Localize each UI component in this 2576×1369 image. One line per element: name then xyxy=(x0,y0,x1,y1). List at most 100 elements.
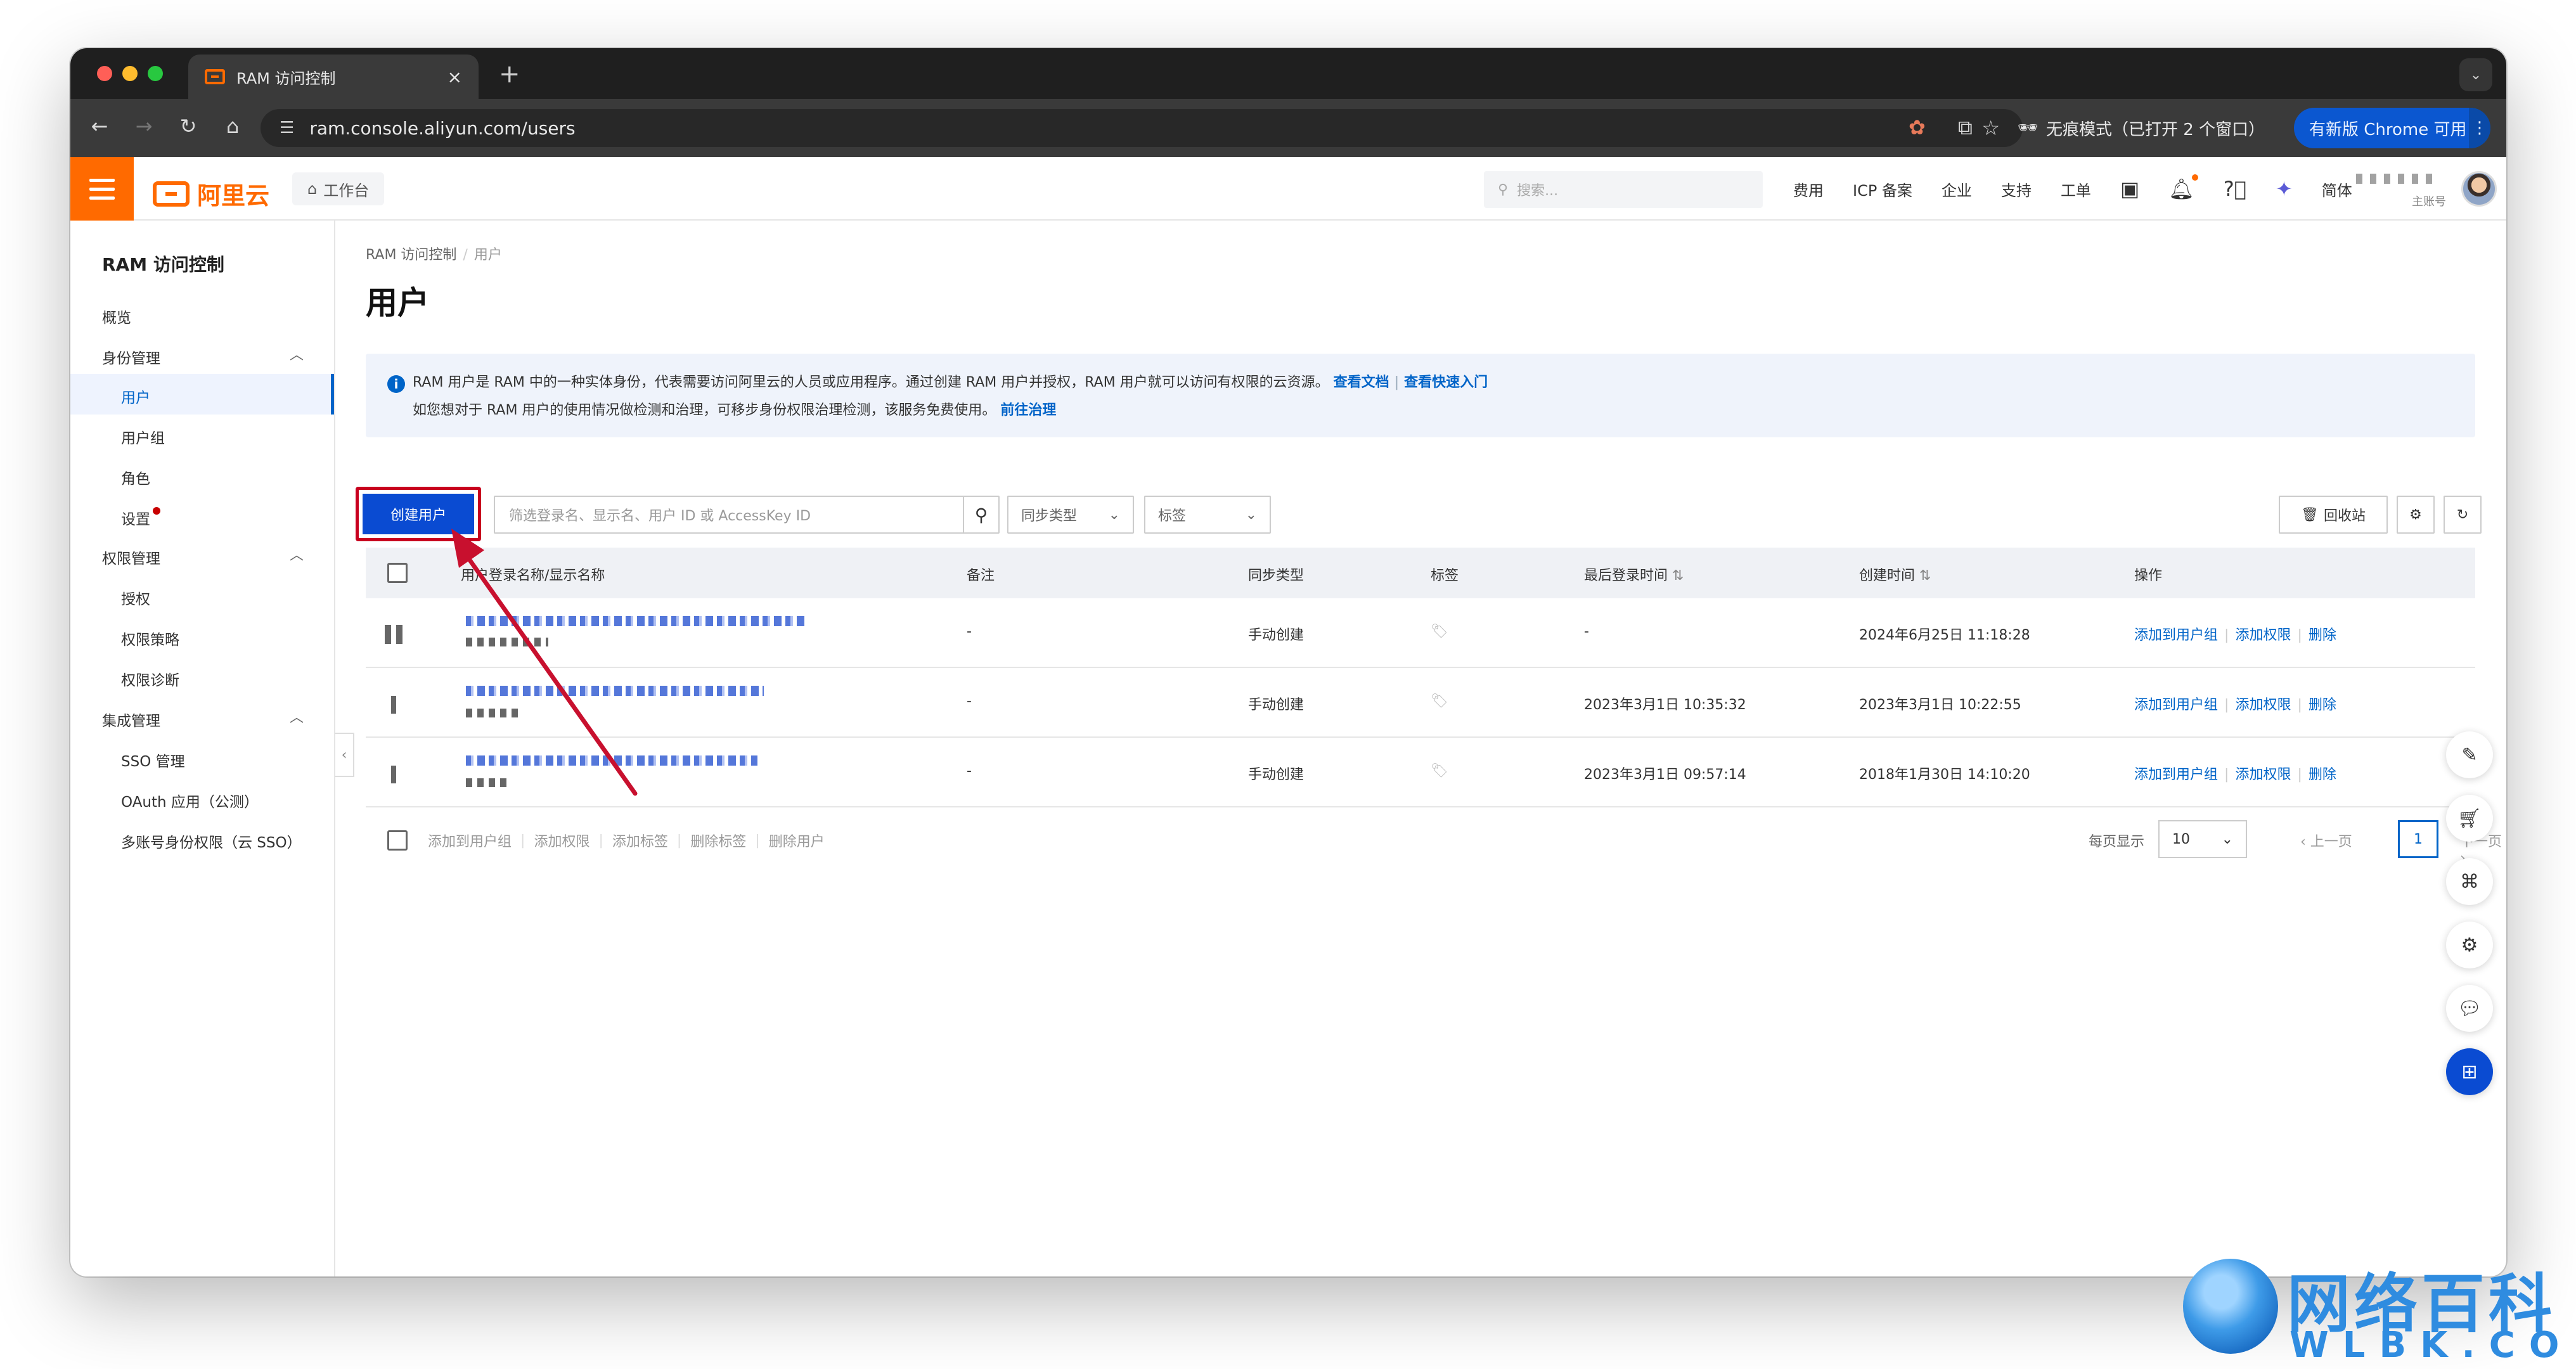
bulk-remove-tag[interactable]: 删除标签 xyxy=(690,830,746,851)
menu-hamburger-icon[interactable] xyxy=(70,157,134,221)
maximize-window-button[interactable] xyxy=(148,66,163,81)
extensions-puzzle-icon[interactable]: ⧉ xyxy=(1958,115,1973,140)
sync-type-select[interactable]: 同步类型 ⌄ xyxy=(1007,496,1134,534)
refresh-icon[interactable]: ↻ xyxy=(2444,496,2482,534)
create-user-button[interactable]: 创建用户 xyxy=(363,494,474,534)
settings-gear-icon[interactable]: ⚙ xyxy=(2397,496,2435,534)
back-arrow-icon[interactable]: ← xyxy=(86,114,113,138)
search-icon[interactable]: ⚲ xyxy=(963,497,998,532)
site-settings-icon[interactable]: ☰ xyxy=(280,119,294,138)
chevron-up-icon[interactable]: ︿ xyxy=(290,344,304,364)
add-permission-link[interactable]: 添加权限 xyxy=(2235,697,2291,713)
add-permission-link[interactable]: 添加权限 xyxy=(2235,767,2291,783)
add-to-group-link[interactable]: 添加到用户组 xyxy=(2134,697,2218,713)
console-search-input[interactable]: ⚲ 搜索... xyxy=(1484,171,1763,208)
gear-icon[interactable]: ⚙ xyxy=(2446,922,2493,968)
delete-link[interactable]: 删除 xyxy=(2309,767,2336,783)
quick-start-link[interactable]: 查看快速入门 xyxy=(1404,375,1488,390)
sidebar-item-policies[interactable]: 权限策略 xyxy=(121,627,179,649)
nav-icp[interactable]: ICP 备案 xyxy=(1853,178,1912,200)
nav-support[interactable]: 支持 xyxy=(2001,178,2032,200)
edit-pen-icon[interactable]: ✎ xyxy=(2446,731,2493,778)
chevron-up-icon[interactable]: ︿ xyxy=(290,544,304,564)
recycle-bin-button[interactable]: 🗑︎ 回收站 xyxy=(2279,496,2388,534)
tag-icon[interactable]: 🏷︎ xyxy=(1431,624,1448,640)
sidebar-item-diagnosis[interactable]: 权限诊断 xyxy=(121,668,179,690)
add-to-group-link[interactable]: 添加到用户组 xyxy=(2134,767,2218,783)
bulk-delete-user[interactable]: 删除用户 xyxy=(769,830,825,851)
minimize-window-button[interactable] xyxy=(122,66,138,81)
sidebar-group-permission[interactable]: 权限管理 xyxy=(102,546,160,568)
tab-search-chevron-icon[interactable]: ⌄ xyxy=(2459,58,2492,91)
forward-arrow-icon[interactable]: → xyxy=(130,114,158,138)
page-1-button[interactable]: 1 xyxy=(2398,820,2438,858)
row-checkbox-blurred[interactable] xyxy=(391,766,396,783)
address-bar[interactable]: ☰ ram.console.aliyun.com/users ☆ xyxy=(261,109,2023,147)
login-name-blurred[interactable] xyxy=(466,755,757,766)
aliyun-logo[interactable]: 阿里云 xyxy=(153,176,269,211)
user-filter-input[interactable]: 筛选登录名、显示名、用户 ID 或 AccessKey ID ⚲ xyxy=(494,496,1000,534)
workbench-button[interactable]: ⌂ 工作台 xyxy=(292,172,385,205)
nav-fees[interactable]: 费用 xyxy=(1793,178,1824,200)
sidebar-item-user-groups[interactable]: 用户组 xyxy=(121,426,165,447)
more-menu-icon[interactable]: ⋮ xyxy=(2469,108,2490,148)
col-created[interactable]: 创建时间 ⇅ xyxy=(1859,564,1931,584)
sidebar-group-identity[interactable]: 身份管理 xyxy=(102,346,160,368)
terminal-icon[interactable]: ▣ xyxy=(2120,177,2139,201)
incognito-indicator[interactable]: 🕶 无痕模式（已打开 2 个窗口） xyxy=(2018,110,2265,146)
language-switch[interactable]: 简体 xyxy=(2322,178,2352,200)
close-tab-icon[interactable]: × xyxy=(448,67,462,87)
nav-ticket[interactable]: 工单 xyxy=(2061,178,2091,200)
chrome-update-button[interactable]: 有新版 Chrome 可用 ⋮ xyxy=(2294,108,2490,148)
login-name-blurred[interactable] xyxy=(466,616,808,626)
sidebar-item-oauth[interactable]: OAuth 应用（公测） xyxy=(121,790,259,811)
reload-icon[interactable]: ↻ xyxy=(174,114,202,138)
apps-grid-icon[interactable]: ⊞ xyxy=(2446,1048,2493,1095)
col-last-login[interactable]: 最后登录时间 ⇅ xyxy=(1584,564,1684,584)
url-text[interactable]: ram.console.aliyun.com/users xyxy=(309,118,1981,139)
sidebar-item-sso[interactable]: SSO 管理 xyxy=(121,749,185,771)
cart-icon[interactable]: 🛒︎ xyxy=(2446,795,2493,842)
close-window-button[interactable] xyxy=(97,66,112,81)
bell-icon[interactable]: 🔔︎ xyxy=(2168,174,2198,201)
row-checkbox-blurred[interactable] xyxy=(385,625,408,644)
help-icon[interactable]: ?⃝ xyxy=(2224,177,2246,201)
view-docs-link[interactable]: 查看文档 xyxy=(1334,375,1389,390)
tag-select[interactable]: 标签 ⌄ xyxy=(1144,496,1271,534)
bulk-add-tag[interactable]: 添加标签 xyxy=(612,830,668,851)
nav-enterprise[interactable]: 企业 xyxy=(1942,178,1972,200)
api-icon[interactable]: ⌘ xyxy=(2446,858,2493,905)
add-permission-link[interactable]: 添加权限 xyxy=(2235,627,2291,643)
sidebar-item-cloud-sso[interactable]: 多账号身份权限（云 SSO） xyxy=(121,830,302,852)
avatar[interactable] xyxy=(2461,171,2497,207)
ai-assistant-icon[interactable]: ✦ xyxy=(2276,177,2293,201)
extension-icon[interactable]: ✿ xyxy=(1909,115,1926,139)
sort-icon[interactable]: ⇅ xyxy=(1919,568,1931,584)
sidebar-item-settings[interactable]: 设置 xyxy=(121,507,160,529)
prev-page-button[interactable]: ‹ 上一页 xyxy=(2300,830,2352,851)
bulk-add-to-group[interactable]: 添加到用户组 xyxy=(428,830,512,851)
new-tab-button[interactable]: + xyxy=(499,60,520,89)
chevron-up-icon[interactable]: ︿ xyxy=(290,706,304,726)
row-checkbox-blurred[interactable] xyxy=(391,696,396,714)
add-to-group-link[interactable]: 添加到用户组 xyxy=(2134,627,2218,643)
home-icon[interactable]: ⌂ xyxy=(219,114,247,138)
sidebar-item-grant[interactable]: 授权 xyxy=(121,587,150,608)
feedback-chat-icon[interactable]: 💬︎ xyxy=(2446,985,2493,1032)
bulk-select-checkbox[interactable] xyxy=(387,830,408,851)
bookmark-star-icon[interactable]: ☆ xyxy=(1981,116,2000,140)
select-all-checkbox[interactable] xyxy=(387,563,408,583)
tag-icon[interactable]: 🏷︎ xyxy=(1431,763,1448,779)
account-info[interactable]: 主账号 xyxy=(2352,166,2454,212)
sidebar-item-users[interactable]: 用户 xyxy=(70,374,334,415)
per-page-select[interactable]: 10 ⌄ xyxy=(2158,820,2247,858)
tag-icon[interactable]: 🏷︎ xyxy=(1431,693,1448,709)
sort-icon[interactable]: ⇅ xyxy=(1672,568,1684,584)
sidebar-item-roles[interactable]: 角色 xyxy=(121,466,150,488)
go-governance-link[interactable]: 前往治理 xyxy=(1000,402,1056,418)
sidebar-group-integration[interactable]: 集成管理 xyxy=(102,709,160,730)
delete-link[interactable]: 删除 xyxy=(2309,627,2336,643)
breadcrumb-root[interactable]: RAM 访问控制 xyxy=(366,247,456,263)
login-name-blurred[interactable] xyxy=(466,686,764,696)
bulk-add-permission[interactable]: 添加权限 xyxy=(534,830,589,851)
